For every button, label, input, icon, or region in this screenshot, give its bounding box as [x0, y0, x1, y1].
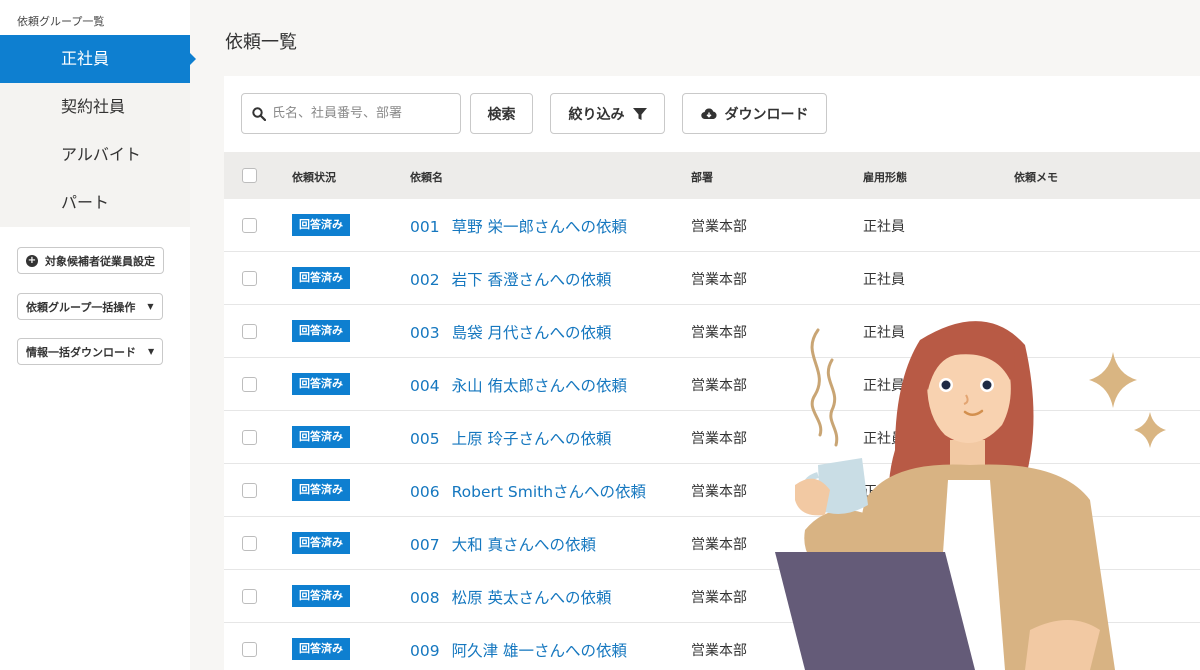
filter-icon — [632, 107, 647, 120]
header-employment: 雇用形態 — [863, 171, 907, 184]
target-settings-label: 対象候補者従業員設定 — [45, 254, 155, 268]
sidebar-group-label: 依頼グループ一覧 — [17, 15, 105, 28]
request-number: 004 — [410, 377, 440, 395]
header-dept: 部署 — [691, 171, 713, 184]
header-status: 依頼状況 — [292, 171, 336, 184]
request-number: 008 — [410, 589, 440, 607]
request-link[interactable]: 006 Robert Smithさんへの依頼 — [410, 480, 646, 502]
status-badge: 回答済み — [292, 214, 350, 236]
dept-cell: 営業本部 — [691, 643, 747, 659]
status-badge: 回答済み — [292, 638, 350, 660]
dept-cell: 営業本部 — [691, 484, 747, 500]
filter-button-label: 絞り込み — [568, 106, 625, 123]
bulk-group-ops-button[interactable]: 依頼グループ一括操作 ▼ — [17, 293, 163, 320]
request-number: 006 — [410, 483, 440, 501]
row-checkbox[interactable] — [242, 218, 257, 233]
request-name: 大和 真さんへの依頼 — [451, 536, 597, 554]
table-header: 依頼状況 依頼名 部署 雇用形態 依頼メモ — [224, 152, 1200, 199]
request-name: 松原 英太さんへの依頼 — [451, 589, 612, 607]
request-number: 002 — [410, 271, 440, 289]
request-link[interactable]: 001 草野 栄一郎さんへの依頼 — [410, 215, 627, 237]
status-badge: 回答済み — [292, 320, 350, 342]
request-name: 上原 玲子さんへの依頼 — [451, 430, 612, 448]
caret-down-icon: ▼ — [148, 347, 155, 356]
status-badge: 回答済み — [292, 373, 350, 395]
status-badge: 回答済み — [292, 479, 350, 501]
request-name: Robert Smithさんへの依頼 — [451, 483, 647, 501]
request-link[interactable]: 004 永山 侑太郎さんへの依頼 — [410, 374, 627, 396]
sidebar-item-part[interactable]: パート — [0, 179, 190, 227]
table-row: 回答済み 001 草野 栄一郎さんへの依頼 営業本部 正社員 — [224, 199, 1200, 252]
filter-button[interactable]: 絞り込み — [550, 93, 665, 134]
request-link[interactable]: 008 松原 英太さんへの依頼 — [410, 586, 612, 608]
request-name: 草野 栄一郎さんへの依頼 — [451, 218, 628, 236]
request-name: 岩下 香澄さんへの依頼 — [451, 271, 612, 289]
dept-cell: 営業本部 — [691, 325, 747, 341]
row-checkbox[interactable] — [242, 642, 257, 657]
request-link[interactable]: 007 大和 真さんへの依頼 — [410, 533, 596, 555]
request-link[interactable]: 003 島袋 月代さんへの依頼 — [410, 321, 612, 343]
row-checkbox[interactable] — [242, 483, 257, 498]
request-link[interactable]: 009 阿久津 雄一さんへの依頼 — [410, 639, 627, 661]
dept-cell: 営業本部 — [691, 431, 747, 447]
header-name: 依頼名 — [410, 171, 443, 184]
row-checkbox[interactable] — [242, 589, 257, 604]
select-all-checkbox[interactable] — [242, 168, 257, 183]
sidebar: 依頼グループ一覧 正社員 契約社員 アルバイト パート + 対象候補者従業員設定… — [0, 0, 196, 670]
dept-cell: 営業本部 — [691, 590, 747, 606]
dept-cell: 営業本部 — [691, 537, 747, 553]
row-checkbox[interactable] — [242, 536, 257, 551]
search-input[interactable] — [272, 106, 452, 121]
request-name: 島袋 月代さんへの依頼 — [451, 324, 612, 342]
row-checkbox[interactable] — [242, 430, 257, 445]
dept-cell: 営業本部 — [691, 378, 747, 394]
status-badge: 回答済み — [292, 426, 350, 448]
woman-with-coffee-illustration — [775, 321, 1166, 670]
request-link[interactable]: 005 上原 玲子さんへの依頼 — [410, 427, 612, 449]
employment-cell: 正社員 — [863, 219, 905, 235]
plus-circle-icon: + — [26, 254, 38, 267]
search-box[interactable] — [241, 93, 461, 134]
download-button[interactable]: ダウンロード — [682, 93, 827, 134]
request-name: 永山 侑太郎さんへの依頼 — [451, 377, 628, 395]
sidebar-item-fulltime[interactable]: 正社員 — [0, 35, 196, 83]
status-badge: 回答済み — [292, 532, 350, 554]
request-link[interactable]: 002 岩下 香澄さんへの依頼 — [410, 268, 612, 290]
caret-down-icon: ▼ — [147, 302, 154, 311]
sidebar-item-contract[interactable]: 契約社員 — [0, 83, 190, 131]
request-number: 001 — [410, 218, 440, 236]
sidebar-list: 正社員 契約社員 アルバイト パート — [0, 35, 196, 227]
row-checkbox[interactable] — [242, 271, 257, 286]
header-memo: 依頼メモ — [1014, 171, 1058, 184]
page-title: 依頼一覧 — [225, 32, 297, 53]
bulk-group-ops-label: 依頼グループ一括操作 — [26, 300, 136, 314]
status-badge: 回答済み — [292, 267, 350, 289]
request-name: 阿久津 雄一さんへの依頼 — [451, 642, 628, 660]
row-checkbox[interactable] — [242, 324, 257, 339]
table-row: 回答済み 002 岩下 香澄さんへの依頼 営業本部 正社員 — [224, 252, 1200, 305]
request-number: 009 — [410, 642, 440, 660]
search-button[interactable]: 検索 — [470, 93, 533, 134]
row-checkbox[interactable] — [242, 377, 257, 392]
target-settings-button[interactable]: + 対象候補者従業員設定 — [17, 247, 164, 274]
request-number: 005 — [410, 430, 440, 448]
cloud-download-icon — [700, 108, 717, 119]
status-badge: 回答済み — [292, 585, 350, 607]
request-number: 007 — [410, 536, 440, 554]
request-number: 003 — [410, 324, 440, 342]
sidebar-item-arubaito[interactable]: アルバイト — [0, 131, 190, 179]
dept-cell: 営業本部 — [691, 219, 747, 235]
dept-cell: 営業本部 — [691, 272, 747, 288]
search-icon — [252, 106, 266, 121]
bulk-info-download-label: 情報一括ダウンロード — [26, 345, 136, 359]
employment-cell: 正社員 — [863, 272, 905, 288]
bulk-info-download-button[interactable]: 情報一括ダウンロード ▼ — [17, 338, 164, 365]
download-button-label: ダウンロード — [724, 106, 809, 123]
